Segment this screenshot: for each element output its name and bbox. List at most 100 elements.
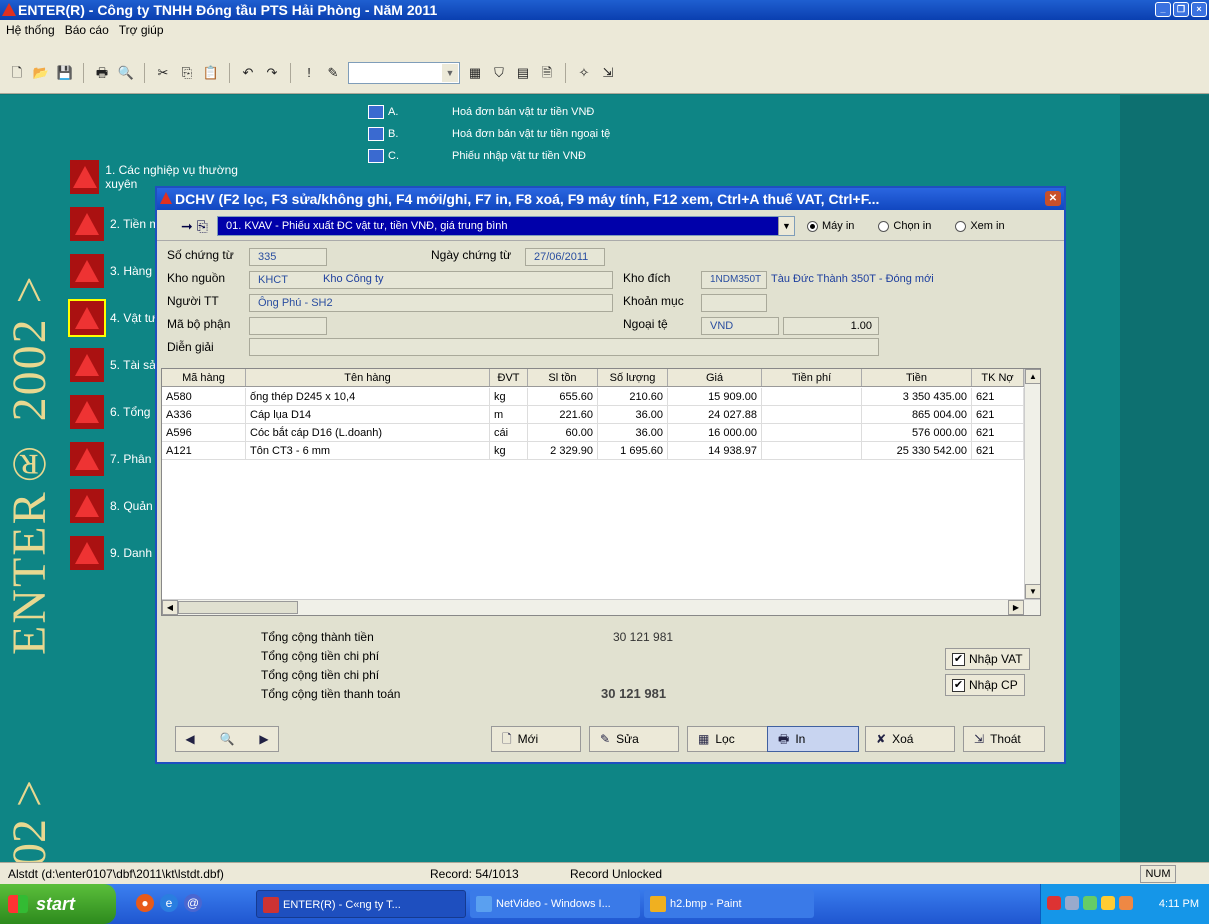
search-icon[interactable]: 🔍 bbox=[220, 727, 235, 751]
nhap-cp-checkbox[interactable]: ✔ Nhập CP bbox=[945, 674, 1025, 696]
submenu-item-c[interactable]: C. Phiếu nhập vật tư tiền VNĐ bbox=[368, 145, 610, 167]
new-button[interactable]: 🗋 Mới bbox=[491, 726, 581, 752]
task-netvideo[interactable]: NetVideo - Windows I... bbox=[470, 890, 640, 918]
copy-icon[interactable]: ⎘ bbox=[178, 64, 196, 82]
print-icon[interactable]: 🖶 bbox=[93, 64, 111, 82]
nhap-vat-checkbox[interactable]: ✔ Nhập VAT bbox=[945, 648, 1030, 670]
col-dvt[interactable]: ĐVT bbox=[490, 369, 528, 386]
col-tien-phi[interactable]: Tiền phí bbox=[762, 369, 862, 386]
ngoai-te-label: Ngoại tệ bbox=[623, 317, 668, 331]
menu-bao-cao[interactable]: Báo cáo bbox=[65, 20, 109, 40]
arrow-right-icon[interactable]: ➞ ⎘ bbox=[181, 218, 217, 235]
radio-xem-in[interactable]: Xem in bbox=[955, 220, 1005, 232]
filter-icon: ▦ bbox=[698, 732, 710, 746]
ngoai-te-field[interactable]: VND bbox=[701, 317, 779, 335]
chevron-down-icon[interactable]: ▼ bbox=[442, 64, 458, 82]
window-title: ENTER(R) - Công ty TNHH Đóng tầu PTS Hải… bbox=[18, 2, 438, 18]
edit-button[interactable]: ✎ Sửa bbox=[589, 726, 679, 752]
exit-button[interactable]: ⇲ Thoát bbox=[963, 726, 1045, 752]
prev-record-icon[interactable]: ◀ bbox=[185, 727, 194, 751]
table-row[interactable]: A121 Tôn CT3 - 6 mm kg 2 329.90 1 695.60… bbox=[162, 442, 1040, 460]
filter-button[interactable]: ▦ Lọc bbox=[687, 726, 777, 752]
dien-giai-field[interactable] bbox=[249, 338, 879, 356]
wizard-icon[interactable]: ✧ bbox=[575, 64, 593, 82]
tray-v-icon[interactable] bbox=[1047, 896, 1061, 910]
kho-dich-name: Tàu Đức Thành 350T - Đóng mới bbox=[771, 273, 934, 285]
table-row[interactable]: A596 Cóc bắt cáp D16 (L.doanh) cái 60.00… bbox=[162, 424, 1040, 442]
scroll-down-icon[interactable]: ▼ bbox=[1025, 584, 1040, 599]
kho-nguon-code-field[interactable]: KHCT bbox=[249, 271, 613, 289]
statusbar: Alstdt (d:\enter0107\dbf\2011\kt\lstdt.d… bbox=[0, 862, 1209, 884]
undo-icon[interactable]: ↶ bbox=[239, 64, 257, 82]
grid-horizontal-scrollbar[interactable]: ◀ ▶ bbox=[162, 599, 1040, 615]
grid-vertical-scrollbar[interactable]: ▲ ▼ bbox=[1024, 369, 1040, 599]
col-sl-ton[interactable]: Sl tồn bbox=[528, 369, 598, 386]
ie-icon[interactable]: e bbox=[160, 894, 178, 912]
radio-chon-in[interactable]: Chọn in bbox=[878, 220, 931, 232]
minimize-button[interactable]: _ bbox=[1155, 2, 1171, 17]
app-icon bbox=[160, 192, 172, 204]
col-ten-hang[interactable]: Tên hàng bbox=[246, 369, 490, 386]
scroll-up-icon[interactable]: ▲ bbox=[1025, 369, 1040, 384]
start-button[interactable]: start bbox=[0, 884, 116, 924]
ma-bo-phan-field[interactable] bbox=[249, 317, 327, 335]
print-button[interactable]: 🖶 In bbox=[767, 726, 859, 752]
redo-icon[interactable]: ↷ bbox=[263, 64, 281, 82]
chrome-icon[interactable]: ● bbox=[136, 894, 154, 912]
nguoi-tt-field[interactable]: Ông Phú - SH2 bbox=[249, 294, 613, 312]
col-gia[interactable]: Giá bbox=[668, 369, 762, 386]
so-chung-tu-field[interactable]: 335 bbox=[249, 248, 327, 266]
browser-icon[interactable]: @ bbox=[184, 894, 202, 912]
paste-icon[interactable]: 📋 bbox=[202, 64, 220, 82]
sntp-logo-icon bbox=[70, 206, 104, 241]
kho-dich-code-field[interactable]: 1NDM350T bbox=[701, 271, 767, 289]
exit-icon[interactable]: ⇲ bbox=[599, 64, 617, 82]
ty-gia-field[interactable]: 1.00 bbox=[783, 317, 879, 335]
toolbar-combo[interactable]: ▼ bbox=[348, 62, 460, 84]
scroll-thumb[interactable] bbox=[178, 601, 298, 614]
save-icon[interactable]: 💾 bbox=[56, 64, 74, 82]
exclamation-icon[interactable]: ! bbox=[300, 64, 318, 82]
col-tk-no[interactable]: TK Nợ bbox=[972, 369, 1024, 386]
tray-network-icon[interactable] bbox=[1065, 896, 1079, 910]
scroll-right-icon[interactable]: ▶ bbox=[1008, 600, 1024, 615]
khoan-muc-field[interactable] bbox=[701, 294, 767, 312]
task-enter[interactable]: ENTER(R) - C«ng ty T... bbox=[256, 890, 466, 918]
task-paint[interactable]: h2.bmp - Paint bbox=[644, 890, 814, 918]
app-icon bbox=[263, 897, 279, 913]
tray-app-icon[interactable] bbox=[1119, 896, 1133, 910]
close-window-button[interactable]: × bbox=[1191, 2, 1207, 17]
next-record-icon[interactable]: ▶ bbox=[259, 727, 268, 751]
delete-button[interactable]: ✘ Xoá bbox=[865, 726, 955, 752]
chevron-down-icon[interactable]: ▼ bbox=[778, 217, 794, 235]
tray-audio-icon[interactable] bbox=[1101, 896, 1115, 910]
col-ma-hang[interactable]: Mã hàng bbox=[162, 369, 246, 386]
close-icon[interactable]: ✕ bbox=[1045, 191, 1061, 206]
items-grid[interactable]: Mã hàng Tên hàng ĐVT Sl tồn Số lượng Giá… bbox=[161, 368, 1041, 616]
print-preview-icon[interactable]: 🔍 bbox=[117, 64, 135, 82]
menu-tro-giup[interactable]: Trợ giúp bbox=[119, 20, 164, 40]
clock: 4:11 PM bbox=[1158, 898, 1199, 910]
scroll-left-icon[interactable]: ◀ bbox=[162, 600, 178, 615]
tray-update-icon[interactable] bbox=[1083, 896, 1097, 910]
table-row[interactable]: A336 Cáp lụa D14 m 221.60 36.00 24 027.8… bbox=[162, 406, 1040, 424]
restore-button[interactable]: ❐ bbox=[1173, 2, 1189, 17]
report-icon[interactable]: 🗎 bbox=[538, 64, 556, 82]
table-row[interactable]: A580 ống thép D245 x 10,4 kg 655.60 210.… bbox=[162, 388, 1040, 406]
open-folder-icon[interactable]: 📂 bbox=[32, 64, 50, 82]
ngay-chung-tu-field[interactable]: 27/06/2011 bbox=[525, 248, 605, 266]
col-tien[interactable]: Tiền bbox=[862, 369, 972, 386]
grid-icon[interactable]: ▦ bbox=[466, 64, 484, 82]
new-file-icon[interactable]: 🗋 bbox=[8, 64, 26, 82]
radio-may-in[interactable]: Máy in bbox=[807, 220, 854, 232]
col-so-luong[interactable]: Số lượng bbox=[598, 369, 668, 386]
edit-icon[interactable]: ✎ bbox=[324, 64, 342, 82]
voucher-type-select[interactable]: 01. KVAV - Phiếu xuất ĐC vật tư, tiền VN… bbox=[217, 216, 795, 236]
submenu-item-b[interactable]: B. Hoá đơn bán vật tư tiền ngoại tệ bbox=[368, 123, 610, 145]
submenu-item-a[interactable]: A. Hoá đơn bán vật tư tiền VNĐ bbox=[368, 101, 610, 123]
properties-icon[interactable]: ▤ bbox=[514, 64, 532, 82]
ie-icon bbox=[476, 896, 492, 912]
cut-icon[interactable]: ✂ bbox=[154, 64, 172, 82]
menu-he-thong[interactable]: Hệ thống bbox=[6, 20, 55, 40]
filter-icon[interactable]: ⛉ bbox=[490, 64, 508, 82]
